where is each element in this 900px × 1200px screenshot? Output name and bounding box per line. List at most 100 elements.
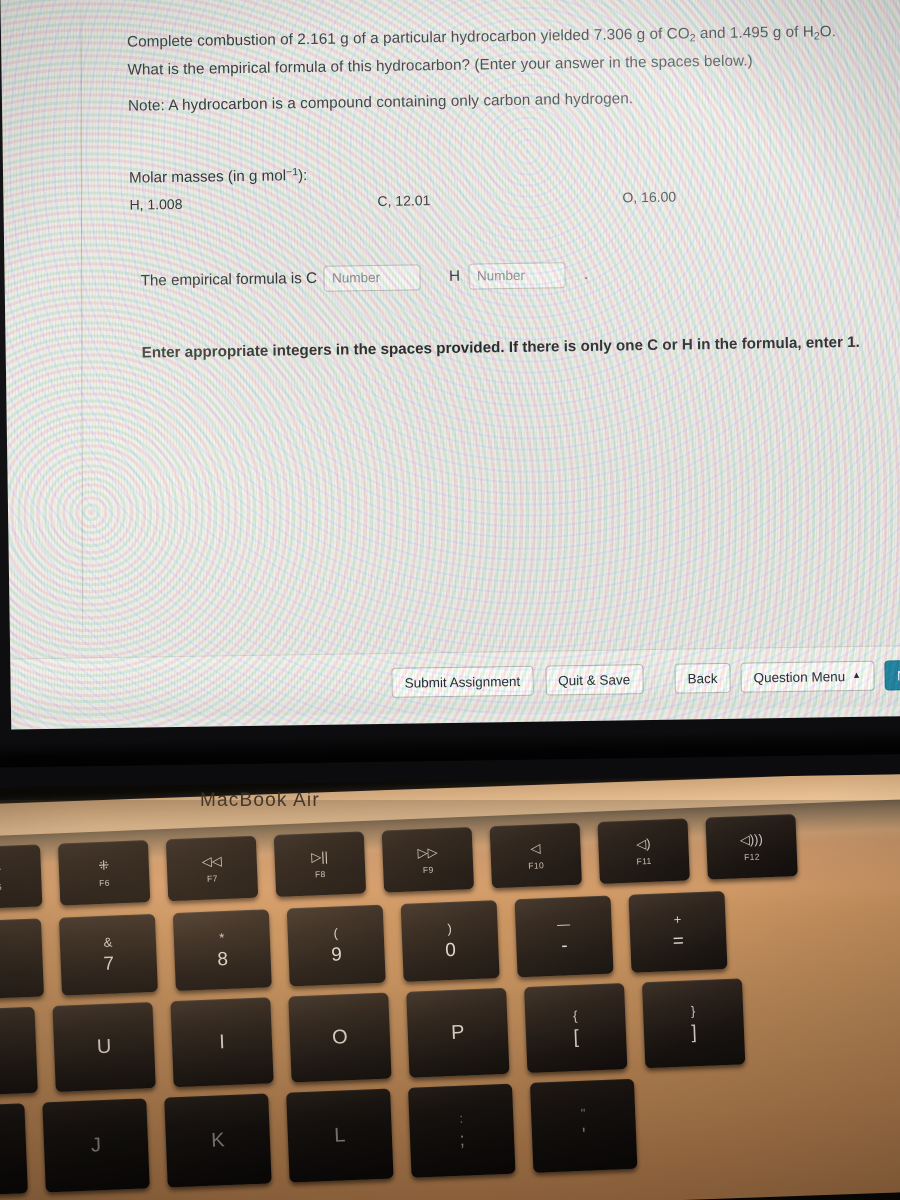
key-h[interactable]: H bbox=[0, 1103, 28, 1198]
molar-masses-title-part-1: Molar masses (in g mol bbox=[128, 166, 287, 187]
molar-masses-row: H, 1.008 C, 12.01 O, 16.00 bbox=[129, 185, 869, 212]
key-shift-label: & bbox=[103, 934, 113, 950]
chevron-up-icon: ▲ bbox=[852, 669, 862, 680]
back-button[interactable]: Back bbox=[674, 662, 731, 694]
key-label: ] bbox=[690, 1022, 698, 1044]
key-label: F6 bbox=[98, 877, 111, 888]
key-f6[interactable]: ⁜ F6 bbox=[57, 840, 151, 906]
screen-display: Complete combustion of 2.161 g of a part… bbox=[0, 0, 900, 730]
volume-up-icon: ◁))) bbox=[739, 831, 764, 848]
key-f8[interactable]: ▷|| F8 bbox=[273, 831, 367, 897]
key-y[interactable]: Y bbox=[0, 1006, 38, 1097]
hydrogen-symbol-label: H bbox=[448, 267, 461, 285]
question-statement: Complete combustion of 2.161 g of a part… bbox=[127, 19, 868, 83]
key-label: F12 bbox=[743, 851, 761, 862]
question-menu-label: Question Menu bbox=[753, 668, 846, 685]
key-label: F5 bbox=[0, 881, 3, 893]
key-p[interactable]: P bbox=[406, 987, 510, 1078]
key-0[interactable]: ) 0 bbox=[400, 900, 500, 982]
key-label: [ bbox=[573, 1026, 580, 1049]
key-f11[interactable]: ◁) F11 bbox=[597, 818, 690, 884]
key-9[interactable]: (9 bbox=[286, 904, 386, 987]
h2o-subscript: 2 bbox=[813, 30, 820, 43]
key-i[interactable]: I bbox=[170, 997, 274, 1088]
key-label: 0 bbox=[444, 939, 457, 962]
key-shift-label: } bbox=[690, 1003, 696, 1019]
key-shift-label: * bbox=[218, 930, 225, 946]
key-label: O bbox=[331, 1026, 349, 1049]
key-f10[interactable]: ◁ F10 bbox=[489, 822, 582, 889]
carbon-subscript-input[interactable] bbox=[323, 263, 422, 292]
key-label: F7 bbox=[206, 873, 218, 884]
molar-mass-carbon: C, 12.01 bbox=[377, 191, 431, 209]
key-j[interactable]: J bbox=[42, 1098, 150, 1193]
question-content: Complete combustion of 2.161 g of a part… bbox=[127, 19, 872, 365]
page-left-divider bbox=[80, 0, 84, 644]
next-button[interactable]: Next bbox=[883, 659, 900, 691]
key-label: ' bbox=[581, 1124, 587, 1146]
laptop-screen-assembly: Complete combustion of 2.161 g of a part… bbox=[0, 0, 900, 788]
key-][interactable]: }] bbox=[641, 978, 746, 1069]
keyboard-home-row: HJKL:;"' bbox=[0, 1078, 638, 1198]
hydrocarbon-note: Note: A hydrocarbon is a compound contai… bbox=[127, 90, 634, 115]
empirical-formula-label: The empirical formula is C bbox=[140, 269, 318, 290]
key--[interactable]: — - bbox=[514, 895, 614, 978]
formula-trailing-period: . bbox=[583, 265, 589, 283]
key-label: I bbox=[218, 1031, 226, 1054]
empirical-formula-answer-row: The empirical formula is C H . bbox=[130, 257, 870, 294]
key-label: 8 bbox=[216, 948, 229, 971]
key-label: F10 bbox=[528, 859, 545, 871]
key-label: - bbox=[560, 935, 568, 957]
key-f12[interactable]: ◁))) F12 bbox=[705, 814, 798, 880]
key-f7[interactable]: ◁◁ F7 bbox=[165, 835, 259, 902]
key-u[interactable]: U bbox=[52, 1002, 156, 1092]
key-[[interactable]: {[ bbox=[524, 983, 628, 1074]
co2-subscript: 2 bbox=[689, 32, 696, 45]
footer-inner: Submit Assignment Quit & Save Back Quest… bbox=[10, 646, 900, 720]
key-label: L bbox=[333, 1124, 346, 1147]
key-label: K bbox=[210, 1129, 226, 1152]
key-7[interactable]: & 7 bbox=[58, 913, 158, 996]
question-statement-part-1: Complete combustion of 2.161 g of a part… bbox=[126, 25, 690, 51]
key-=[interactable]: + = bbox=[628, 890, 728, 973]
key-k[interactable]: K bbox=[164, 1093, 272, 1188]
molar-masses-block: Molar masses (in g mol−1): H, 1.008 C, 1… bbox=[128, 158, 870, 213]
hydrogen-subscript-input[interactable] bbox=[468, 261, 567, 290]
key-shift-label: " bbox=[580, 1105, 586, 1121]
key-f9[interactable]: ▷▷ F9 bbox=[381, 827, 475, 893]
keyboard-brightness-up-icon: ⁜ bbox=[98, 857, 110, 873]
key-label: F8 bbox=[314, 868, 326, 880]
question-menu-button[interactable]: Question Menu ▲ bbox=[740, 660, 875, 693]
key-l[interactable]: L bbox=[286, 1088, 394, 1183]
key-shift-label: { bbox=[572, 1007, 578, 1024]
assignment-page: Complete combustion of 2.161 g of a part… bbox=[0, 0, 900, 730]
keyboard: ⁜F5 ⁜ F6 ◁◁ F7 ▷|| F8 ▷▷ F9 ◁F10◁)F11 ◁))) F12 ^6&7… bbox=[0, 807, 900, 1200]
rewind-icon: ◁◁ bbox=[201, 852, 223, 869]
key-label: = bbox=[672, 930, 685, 953]
submit-assignment-button[interactable]: Submit Assignment bbox=[391, 665, 534, 698]
key-o[interactable]: O bbox=[288, 992, 392, 1083]
key-label: U bbox=[96, 1035, 112, 1059]
molar-mass-oxygen: O, 16.00 bbox=[622, 188, 677, 205]
key-'[interactable]: " ' bbox=[529, 1078, 638, 1173]
fast-forward-icon: ▷▷ bbox=[417, 844, 438, 860]
key-shift-label: ) bbox=[447, 920, 453, 937]
key-label: ; bbox=[459, 1129, 466, 1151]
molar-masses-title-part-2: ): bbox=[297, 166, 308, 184]
key-f5[interactable]: ⁜ F5 bbox=[0, 844, 43, 910]
key-shift-label: — bbox=[556, 916, 571, 932]
answer-instructions: Enter appropriate integers in the spaces… bbox=[141, 333, 860, 361]
key-label: F9 bbox=[422, 864, 434, 875]
key-label: 9 bbox=[330, 944, 343, 966]
key-label: 6 bbox=[0, 958, 1, 979]
molar-masses-title: Molar masses (in g mol−1): bbox=[128, 158, 869, 187]
key-label: J bbox=[90, 1134, 102, 1157]
key-6[interactable]: ^6 bbox=[0, 918, 45, 1001]
play-pause-icon: ▷|| bbox=[310, 848, 329, 865]
quit-and-save-button[interactable]: Quit & Save bbox=[544, 664, 644, 696]
key-8[interactable]: * 8 bbox=[172, 909, 272, 992]
key-shift-label: ( bbox=[333, 925, 339, 941]
photo-canvas: Complete combustion of 2.161 g of a part… bbox=[0, 0, 900, 1200]
key-shift-label: + bbox=[673, 911, 682, 928]
key-;[interactable]: :; bbox=[407, 1083, 516, 1178]
